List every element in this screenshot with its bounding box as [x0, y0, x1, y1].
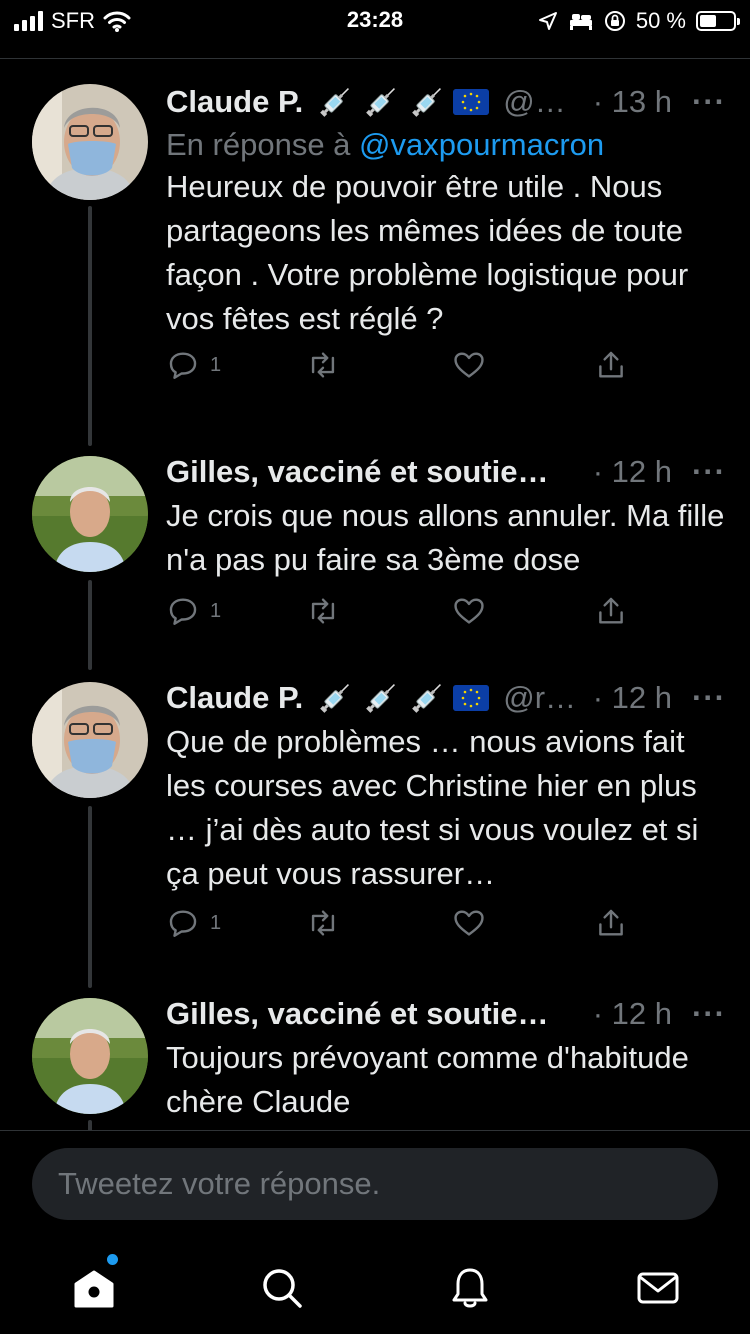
more-options-button[interactable]: ···	[692, 454, 726, 490]
reply-input[interactable]	[56, 1165, 718, 1203]
like-button[interactable]	[452, 348, 486, 382]
tweet-actions: 1	[166, 906, 636, 946]
retweet-button[interactable]	[306, 594, 340, 628]
tweet[interactable]: Gilles, vacciné et soutie… · 12 h ··· To…	[0, 994, 750, 1130]
syringe-icon	[320, 88, 350, 117]
tweet-header: Gilles, vacciné et soutie… · 12 h ···	[166, 994, 726, 1034]
header-divider	[0, 58, 750, 59]
avatar[interactable]	[32, 456, 148, 572]
syringe-icon	[366, 88, 396, 117]
tweet-thread[interactable]: Claude P. @… · 13 h ··· En réponse à @va…	[0, 60, 750, 1130]
heart-icon	[454, 352, 484, 378]
eu-flag-icon	[453, 685, 490, 711]
tweet-text: Je crois que nous allons annuler. Ma fil…	[166, 498, 725, 577]
composer-divider	[0, 1130, 750, 1131]
retweet-icon	[311, 352, 335, 378]
tab-messages[interactable]	[634, 1264, 682, 1312]
author-handle[interactable]: @r…	[503, 680, 576, 716]
share-icon	[599, 597, 623, 624]
tweet-text: Heureux de pouvoir être utile . Nous par…	[166, 169, 689, 336]
share-button[interactable]	[594, 348, 628, 382]
orientation-lock-icon	[604, 11, 625, 31]
tab-notifications[interactable]	[446, 1264, 494, 1312]
reply-icon	[169, 910, 197, 937]
author-name[interactable]: Claude P.	[166, 84, 303, 120]
like-button[interactable]	[452, 594, 486, 628]
heart-icon	[454, 598, 484, 624]
more-options-button[interactable]: ···	[692, 680, 726, 716]
tab-bar	[0, 1240, 750, 1334]
tweet-time[interactable]: · 12 h	[579, 680, 672, 716]
author-name[interactable]: Gilles, vacciné et soutie…	[166, 454, 549, 490]
more-options-button[interactable]: ···	[692, 996, 726, 1032]
tweet[interactable]: Claude P. @r… · 12 h ··· Que de problème…	[0, 678, 750, 968]
avatar[interactable]	[32, 682, 148, 798]
name-emojis	[315, 82, 490, 122]
eu-flag-icon	[453, 89, 490, 115]
reply-count: 1	[210, 599, 222, 622]
author-name[interactable]: Gilles, vacciné et soutie…	[166, 996, 549, 1032]
reply-mention-link[interactable]: @vaxpourmacron	[359, 127, 604, 162]
tweet-actions: 1	[166, 594, 636, 634]
tweet[interactable]: Claude P. @… · 13 h ··· En réponse à @va…	[0, 82, 750, 422]
home-icon	[74, 1270, 114, 1308]
share-icon	[599, 351, 623, 378]
share-button[interactable]	[594, 594, 628, 628]
reply-count: 1	[210, 353, 222, 376]
like-button[interactable]	[452, 906, 486, 940]
syringe-icon	[412, 684, 442, 713]
tab-search[interactable]	[258, 1264, 306, 1312]
unread-dot	[107, 1254, 118, 1265]
tweet-actions: 1	[166, 348, 636, 388]
share-icon	[599, 909, 623, 936]
status-right: 50 %	[538, 8, 740, 34]
reply-context: En réponse à @vaxpourmacron	[166, 127, 726, 163]
tweet-time[interactable]: · 12 h	[579, 454, 672, 490]
mail-icon	[637, 1272, 679, 1304]
location-arrow-icon	[538, 12, 557, 30]
bell-icon	[452, 1268, 488, 1308]
avatar[interactable]	[32, 84, 148, 200]
reply-icon	[169, 352, 197, 379]
retweet-button[interactable]	[306, 906, 340, 940]
retweet-icon	[311, 598, 335, 624]
battery-icon	[696, 11, 740, 31]
reply-composer[interactable]	[32, 1148, 718, 1220]
more-options-button[interactable]: ···	[692, 84, 726, 120]
avatar[interactable]	[32, 998, 148, 1114]
retweet-icon	[311, 910, 335, 936]
syringe-icon	[366, 684, 396, 713]
reply-icon	[169, 598, 197, 625]
tweet-text: Toujours prévoyant comme d'habitude chèr…	[166, 1040, 689, 1119]
tweet-header: Claude P. @… · 13 h ···	[166, 82, 726, 122]
tweet-header: Gilles, vacciné et soutie… · 12 h ···	[166, 452, 726, 492]
syringe-icon	[412, 88, 442, 117]
share-button[interactable]	[594, 906, 628, 940]
tweet[interactable]: Gilles, vacciné et soutie… · 12 h ··· Je…	[0, 452, 750, 652]
reply-prefix: En réponse à	[166, 127, 360, 162]
search-icon	[263, 1269, 302, 1308]
name-emojis	[315, 678, 490, 718]
author-name[interactable]: Claude P.	[166, 680, 303, 716]
tweet-text: Que de problèmes … nous avions fait les …	[166, 724, 699, 891]
tab-home[interactable]	[70, 1254, 118, 1312]
tweet-time[interactable]: · 13 h	[579, 84, 672, 120]
tweet-header: Claude P. @r… · 12 h ···	[166, 678, 726, 718]
battery-percent: 50 %	[635, 8, 686, 33]
sleep-bed-icon	[569, 14, 592, 30]
status-bar: SFR 23:28 50 %	[0, 0, 750, 44]
reply-button[interactable]: 1	[166, 594, 221, 628]
heart-icon	[454, 910, 484, 936]
retweet-button[interactable]	[306, 348, 340, 382]
syringe-icon	[320, 684, 350, 713]
reply-button[interactable]: 1	[166, 906, 221, 940]
reply-button[interactable]: 1	[166, 348, 221, 382]
reply-count: 1	[210, 911, 222, 934]
author-handle[interactable]: @…	[503, 84, 565, 120]
tweet-time[interactable]: · 12 h	[579, 996, 672, 1032]
